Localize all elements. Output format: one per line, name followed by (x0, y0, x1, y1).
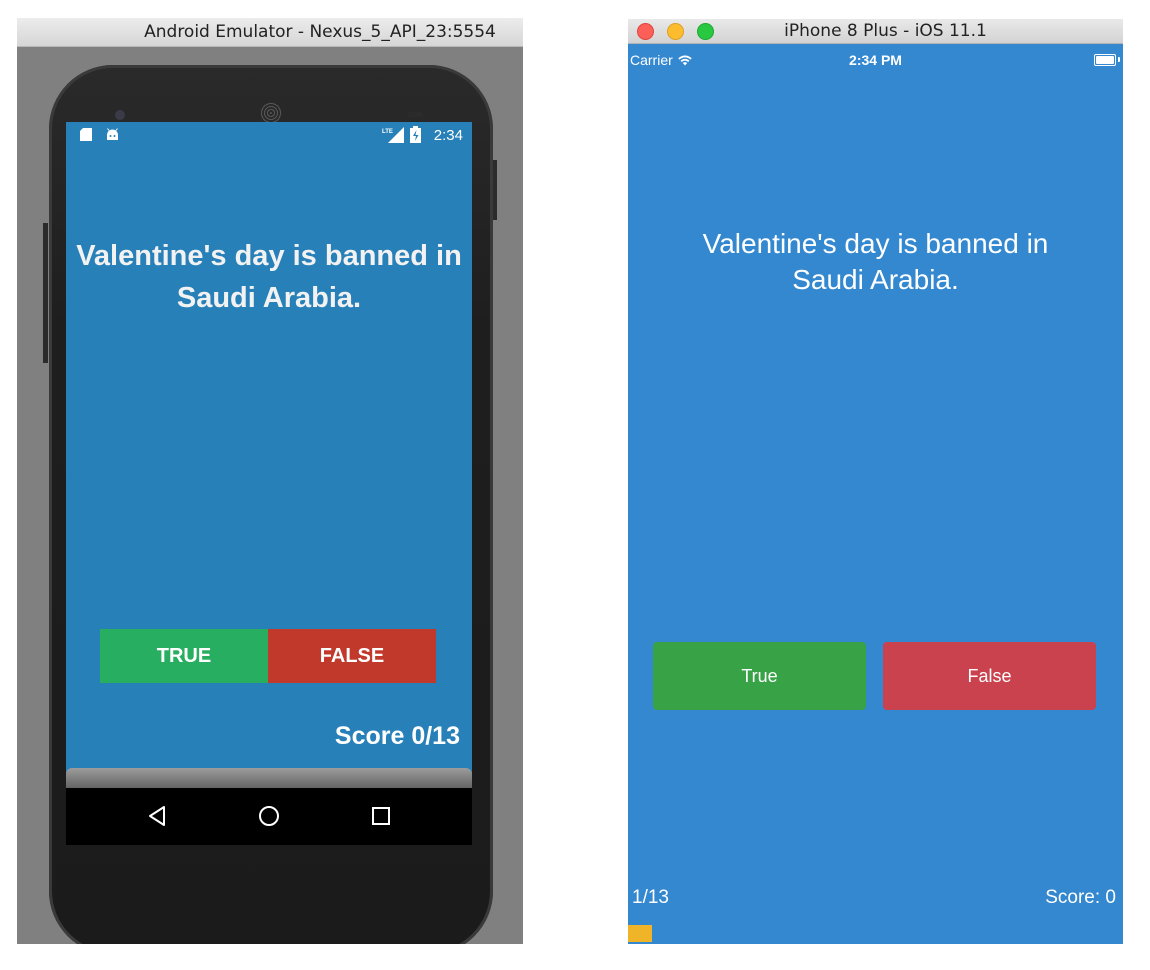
home-icon[interactable] (257, 804, 281, 828)
battery-charging-icon (410, 126, 421, 146)
recents-icon[interactable] (369, 804, 393, 828)
android-nav-bar (66, 788, 472, 845)
ios-score-label: Score: 0 (1045, 887, 1116, 908)
ios-question-label: Valentine's day is banned in Saudi Arabi… (702, 228, 1049, 295)
question-text: Valentine's day is banned in Saudi Arabi… (76, 240, 462, 314)
android-emulator-window: Android Emulator - Nexus_5_API_23:5554 L… (17, 18, 523, 944)
volume-button[interactable] (43, 223, 48, 363)
power-button[interactable] (493, 160, 497, 220)
ios-true-button[interactable]: True (653, 642, 866, 710)
android-title-bar[interactable]: Android Emulator - Nexus_5_API_23:5554 (17, 18, 523, 47)
lte-signal-icon: LTE (382, 127, 404, 146)
android-bottom-edge (66, 768, 472, 790)
battery-icon (1094, 54, 1116, 66)
question-progress-label: 1/13 (632, 887, 669, 908)
android-screen: LTE 2:34 Valentine's day is banned in Sa… (66, 122, 472, 790)
back-icon[interactable] (146, 804, 170, 828)
android-debug-icon (106, 128, 119, 144)
android-clock: 2:34 (433, 127, 463, 144)
android-window-title: Android Emulator - Nexus_5_API_23:5554 (144, 22, 496, 42)
ios-question-text: Valentine's day is banned in Saudi Arabi… (628, 226, 1123, 298)
progress-bar-fill (628, 925, 652, 942)
score-label: Score 0/13 (334, 722, 460, 750)
front-camera (115, 110, 125, 120)
ios-clock: 2:34 PM (849, 52, 902, 68)
true-button[interactable]: TRUE (100, 629, 268, 683)
ios-window-title: iPhone 8 Plus - iOS 11.1 (784, 21, 987, 41)
ios-title-bar[interactable]: iPhone 8 Plus - iOS 11.1 (628, 19, 1123, 44)
progress-bar (628, 925, 1123, 942)
earpiece-speaker (260, 102, 282, 124)
svg-text:LTE: LTE (382, 129, 393, 135)
battery-nub (1118, 57, 1120, 62)
ios-simulator-window: iPhone 8 Plus - iOS 11.1 Carrier 2:34 PM… (628, 19, 1123, 944)
android-status-bar: LTE 2:34 (66, 122, 472, 148)
sd-card-icon (80, 128, 92, 144)
false-button[interactable]: FALSE (268, 629, 436, 683)
ios-false-button[interactable]: False (883, 642, 1096, 710)
proximity-sensor (407, 112, 423, 117)
ios-status-bar: Carrier 2:34 PM (628, 45, 1123, 75)
